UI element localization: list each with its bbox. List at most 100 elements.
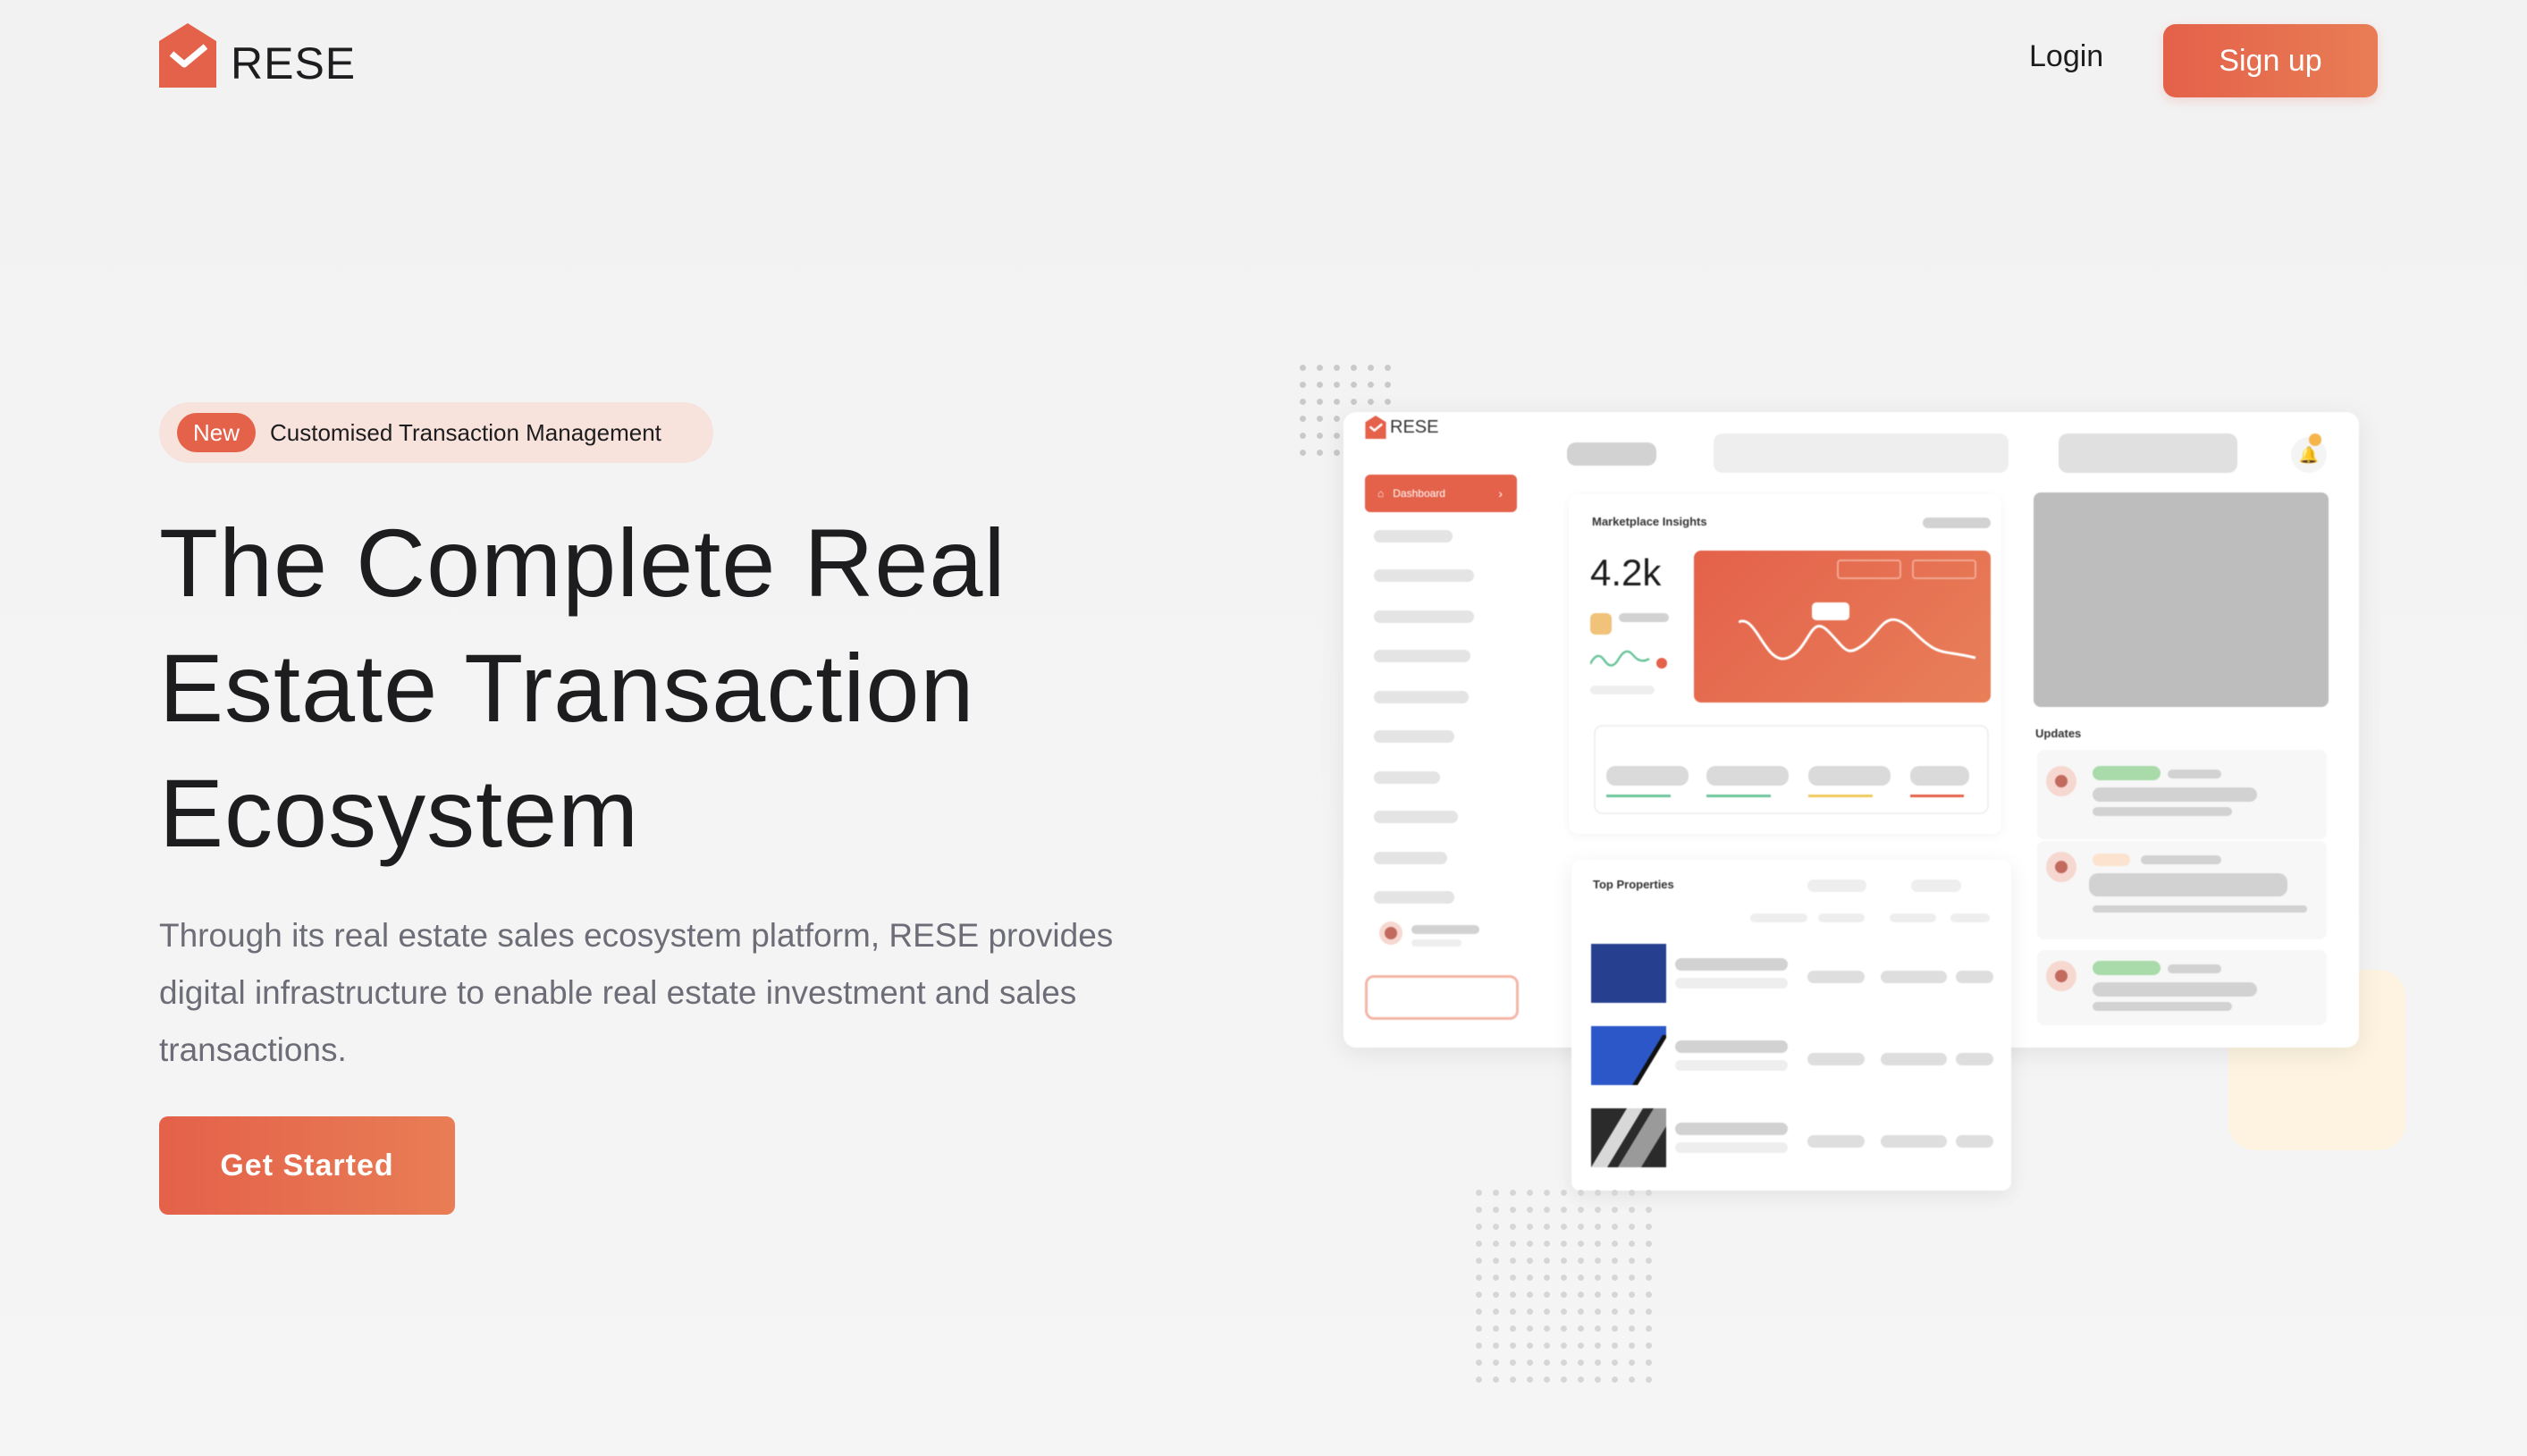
top-properties-card: Top Properties [1571, 860, 2011, 1191]
update-text-placeholder [2093, 854, 2130, 866]
sidebar-placeholder [1374, 811, 1458, 823]
update-text-placeholder [2089, 873, 2287, 896]
insights-chart [1694, 551, 1991, 703]
dashboard-logo: RESE [1365, 416, 1438, 439]
header-placeholder [1567, 442, 1656, 466]
status-dot [1656, 658, 1667, 669]
signup-button[interactable]: Sign up [2163, 24, 2378, 97]
login-link[interactable]: Login [2029, 39, 2103, 74]
property-value-placeholder [1881, 1053, 1947, 1065]
update-avatar [2046, 852, 2076, 882]
property-name-placeholder [1675, 958, 1788, 971]
sidebar-item-label: Dashboard [1393, 487, 1445, 500]
column-header-placeholder [1818, 913, 1865, 922]
hero-title-line: The Complete Real [159, 509, 1007, 617]
update-text-placeholder [2168, 964, 2221, 973]
announcement-badge: New Customised Transaction Management [159, 402, 713, 463]
update-text-placeholder [2093, 1002, 2232, 1011]
top-nav: RESE Login Sign up [0, 0, 2527, 125]
brand-logo[interactable]: RESE [159, 23, 356, 88]
chart-tooltip [1812, 602, 1849, 620]
property-value-placeholder [1881, 1135, 1947, 1148]
user-name-placeholder [1411, 925, 1479, 934]
insights-title: Marketplace Insights [1592, 515, 1707, 528]
sidebar-placeholder [1374, 691, 1469, 703]
chevron-right-icon: › [1498, 486, 1503, 501]
mini-stat-bar [1706, 766, 1789, 786]
chart-select [1837, 560, 1901, 579]
new-tag: New [177, 413, 257, 452]
house-envelope-icon [1365, 416, 1386, 439]
sidebar-placeholder [1374, 771, 1440, 784]
property-detail-placeholder [1675, 1142, 1788, 1153]
badge-text: Customised Transaction Management [270, 418, 661, 446]
mini-stat-bar [1808, 766, 1891, 786]
brand-name: RESE [231, 38, 357, 88]
property-detail-placeholder [1675, 978, 1788, 989]
hero-title: The Complete Real Estate Transaction Eco… [159, 501, 1232, 876]
property-thumbnail [1591, 944, 1666, 1003]
property-photo-placeholder [2034, 492, 2329, 707]
dot-grid-decoration [1470, 1184, 1658, 1390]
mini-stat-underline [1808, 795, 1873, 797]
property-value-placeholder [1807, 1135, 1865, 1148]
column-header-placeholder [1750, 913, 1807, 922]
sidebar-placeholder [1374, 730, 1454, 743]
get-started-button[interactable]: Get Started [159, 1116, 455, 1215]
column-header-placeholder [1911, 879, 1961, 892]
update-text-placeholder [2168, 770, 2221, 778]
property-value-placeholder [1956, 1135, 1993, 1148]
mini-stat-underline [1910, 795, 1964, 797]
column-header-placeholder [1807, 879, 1866, 892]
update-avatar [2046, 961, 2076, 991]
house-envelope-icon [159, 23, 216, 88]
user-role-placeholder [1411, 939, 1461, 947]
update-text-placeholder [2093, 807, 2232, 816]
search-placeholder [1714, 433, 2009, 473]
property-value-placeholder [1956, 971, 1993, 983]
sidebar-item-dashboard: ⌂ Dashboard › [1365, 475, 1517, 512]
header-placeholder [1923, 518, 1991, 528]
hero-subtitle: Through its real estate sales ecosystem … [159, 917, 1114, 1068]
sidebar-placeholder [1374, 852, 1447, 864]
mini-stat-underline [1706, 795, 1771, 797]
sidebar-placeholder [1374, 891, 1454, 904]
top-properties-title: Top Properties [1593, 878, 1674, 891]
hero-title-line: Ecosystem [159, 759, 640, 867]
property-detail-placeholder [1675, 1060, 1788, 1071]
property-value-placeholder [1807, 971, 1865, 983]
update-avatar [2046, 766, 2076, 796]
stat-placeholder [1619, 613, 1669, 622]
insights-line-chart [1739, 618, 1976, 661]
property-thumbnail [1591, 1108, 1666, 1167]
sidebar-placeholder [1374, 650, 1470, 662]
stat-placeholder [1590, 613, 1612, 635]
sidebar-placeholder [1374, 530, 1453, 543]
insights-value: 4.2k [1590, 551, 1662, 593]
update-tag [2093, 961, 2161, 975]
update-text-placeholder [2141, 855, 2221, 864]
mini-stat-bar [1910, 766, 1969, 786]
sparkline [1590, 650, 1650, 667]
column-header-placeholder [1950, 913, 1990, 922]
home-icon: ⌂ [1377, 487, 1385, 500]
property-thumbnail [1591, 1026, 1666, 1085]
property-name-placeholder [1675, 1040, 1788, 1053]
hero-title-line: Estate Transaction [159, 634, 975, 742]
updates-title: Updates [2035, 727, 2082, 740]
property-value-placeholder [1807, 1053, 1865, 1065]
notification-dot [2309, 433, 2321, 446]
mini-stat-bar [1606, 766, 1689, 786]
dashboard-brand: RESE [1390, 417, 1439, 437]
sidebar-outline-button [1365, 975, 1519, 1020]
update-text-placeholder [2093, 982, 2257, 997]
stat-placeholder [1590, 686, 1655, 694]
mini-stat-underline [1606, 795, 1671, 797]
column-header-placeholder [1890, 913, 1936, 922]
sidebar-placeholder [1374, 610, 1474, 623]
header-placeholder [2059, 433, 2237, 473]
update-text-placeholder [2093, 905, 2307, 913]
user-avatar [1379, 922, 1402, 945]
update-text-placeholder [2093, 787, 2257, 802]
property-name-placeholder [1675, 1123, 1788, 1135]
